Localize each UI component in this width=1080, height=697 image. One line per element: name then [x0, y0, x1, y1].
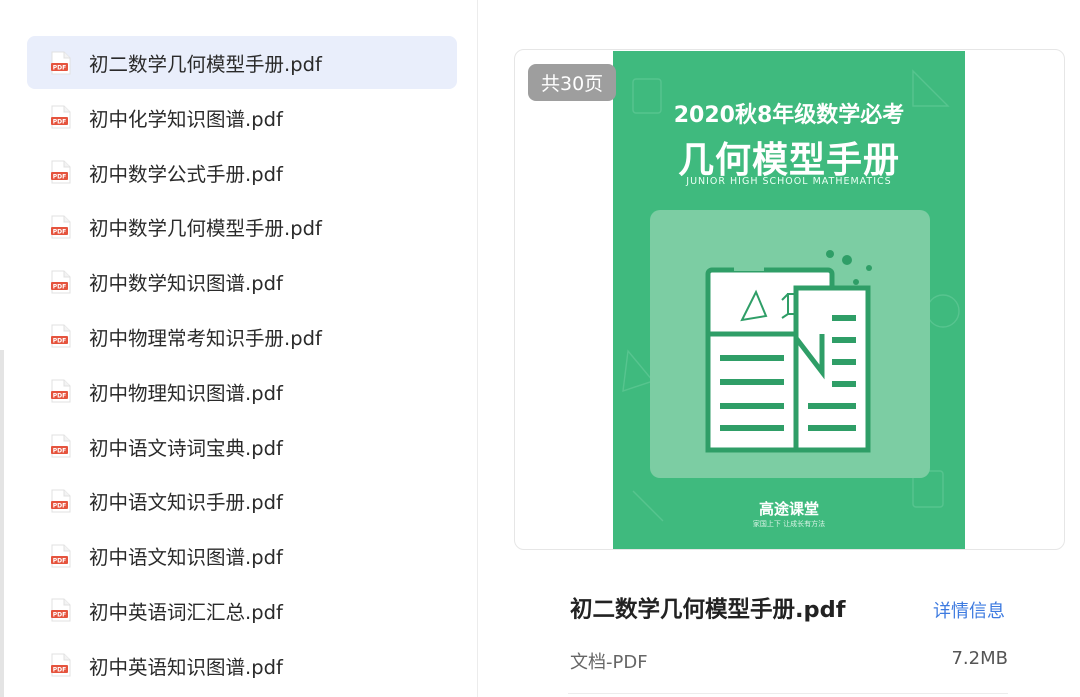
svg-text:PDF: PDF: [53, 283, 66, 290]
file-item[interactable]: PDF 初中数学知识图谱.pdf: [27, 255, 457, 308]
details-link[interactable]: 详情信息: [933, 597, 1005, 623]
pdf-file-icon: PDF: [51, 215, 71, 239]
svg-text:PDF: PDF: [53, 448, 66, 455]
file-list: PDF 初二数学几何模型手册.pdf PDF 初中化学知识图谱.pdf PDF …: [27, 36, 457, 694]
pdf-file-icon: PDF: [51, 598, 71, 622]
svg-text:PDF: PDF: [53, 557, 66, 564]
svg-text:PDF: PDF: [53, 667, 66, 674]
file-name: 初中数学知识图谱.pdf: [89, 272, 283, 296]
svg-text:PDF: PDF: [53, 338, 66, 345]
file-type-label: 文档-PDF: [570, 652, 648, 673]
file-name: 初中英语知识图谱.pdf: [89, 655, 283, 679]
svg-text:PDF: PDF: [53, 612, 66, 619]
file-name: 初中数学公式手册.pdf: [89, 162, 283, 186]
svg-text:PDF: PDF: [53, 119, 66, 126]
cover-subtitle: JUNIOR HIGH SCHOOL MATHEMATICS: [686, 176, 892, 187]
file-name: 初中语文知识手册.pdf: [89, 491, 283, 515]
svg-text:PDF: PDF: [53, 393, 66, 400]
file-name: 初中化学知识图谱.pdf: [89, 107, 283, 131]
detail-file-name: 初二数学几何模型手册.pdf: [570, 597, 846, 623]
file-size-label: 7.2MB: [951, 648, 1008, 669]
book-geometry-illustration: [705, 250, 872, 453]
document-cover-image: 2020秋8年级数学必考 几何模型手册 JUNIOR HIGH SCHOOL M…: [613, 51, 965, 549]
file-item[interactable]: PDF 初中英语知识图谱.pdf: [27, 639, 457, 692]
file-item[interactable]: PDF 初中语文知识图谱.pdf: [27, 529, 457, 582]
file-item[interactable]: PDF 初中语文诗词宝典.pdf: [27, 420, 457, 473]
file-item[interactable]: PDF 初中化学知识图谱.pdf: [27, 91, 457, 144]
cover-slogan: 家国上下 让成长有方法: [752, 520, 826, 528]
svg-text:PDF: PDF: [53, 174, 66, 181]
file-item[interactable]: PDF 初中语文知识手册.pdf: [27, 474, 457, 527]
file-name: 初中英语词汇汇总.pdf: [89, 600, 283, 624]
pdf-file-icon: PDF: [51, 544, 71, 568]
detail-divider: [568, 693, 1008, 694]
cover-line1: 2020秋8年级数学必考: [673, 103, 905, 128]
file-item[interactable]: PDF 初中物理常考知识手册.pdf: [27, 310, 457, 363]
file-item[interactable]: PDF 初中数学几何模型手册.pdf: [27, 200, 457, 253]
file-name: 初二数学几何模型手册.pdf: [89, 53, 322, 76]
page-count-badge: 共30页: [528, 64, 617, 101]
pdf-file-icon: PDF: [51, 434, 71, 458]
file-item[interactable]: PDF 初中数学公式手册.pdf: [27, 146, 457, 199]
pdf-file-icon: PDF: [51, 324, 71, 348]
file-name: 初中数学几何模型手册.pdf: [89, 217, 322, 241]
pdf-file-icon: PDF: [51, 160, 71, 184]
cover-illustration-panel: [650, 210, 930, 478]
pdf-file-icon: PDF: [51, 489, 71, 513]
pdf-file-icon: PDF: [51, 51, 71, 75]
file-list-pane: PDF 初二数学几何模型手册.pdf PDF 初中化学知识图谱.pdf PDF …: [0, 0, 478, 697]
pdf-file-icon: PDF: [51, 270, 71, 294]
file-name: 初中语文诗词宝典.pdf: [89, 436, 283, 460]
pdf-file-icon: PDF: [51, 653, 71, 677]
file-item[interactable]: PDF 初中英语词汇汇总.pdf: [27, 584, 457, 637]
pdf-file-icon: PDF: [51, 105, 71, 129]
pdf-file-icon: PDF: [51, 379, 71, 403]
file-name: 初中物理知识图谱.pdf: [89, 381, 283, 405]
file-name: 初中语文知识图谱.pdf: [89, 546, 283, 570]
svg-text:PDF: PDF: [53, 502, 66, 509]
cover-brand: 高途课堂: [758, 500, 819, 518]
file-item[interactable]: PDF 初中物理知识图谱.pdf: [27, 365, 457, 418]
file-name: 初中物理常考知识手册.pdf: [89, 326, 322, 350]
svg-text:PDF: PDF: [53, 64, 66, 71]
pane-divider: [477, 0, 478, 697]
svg-text:PDF: PDF: [53, 228, 66, 235]
scroll-edge: [0, 350, 4, 697]
file-item[interactable]: PDF 初二数学几何模型手册.pdf: [27, 36, 457, 89]
